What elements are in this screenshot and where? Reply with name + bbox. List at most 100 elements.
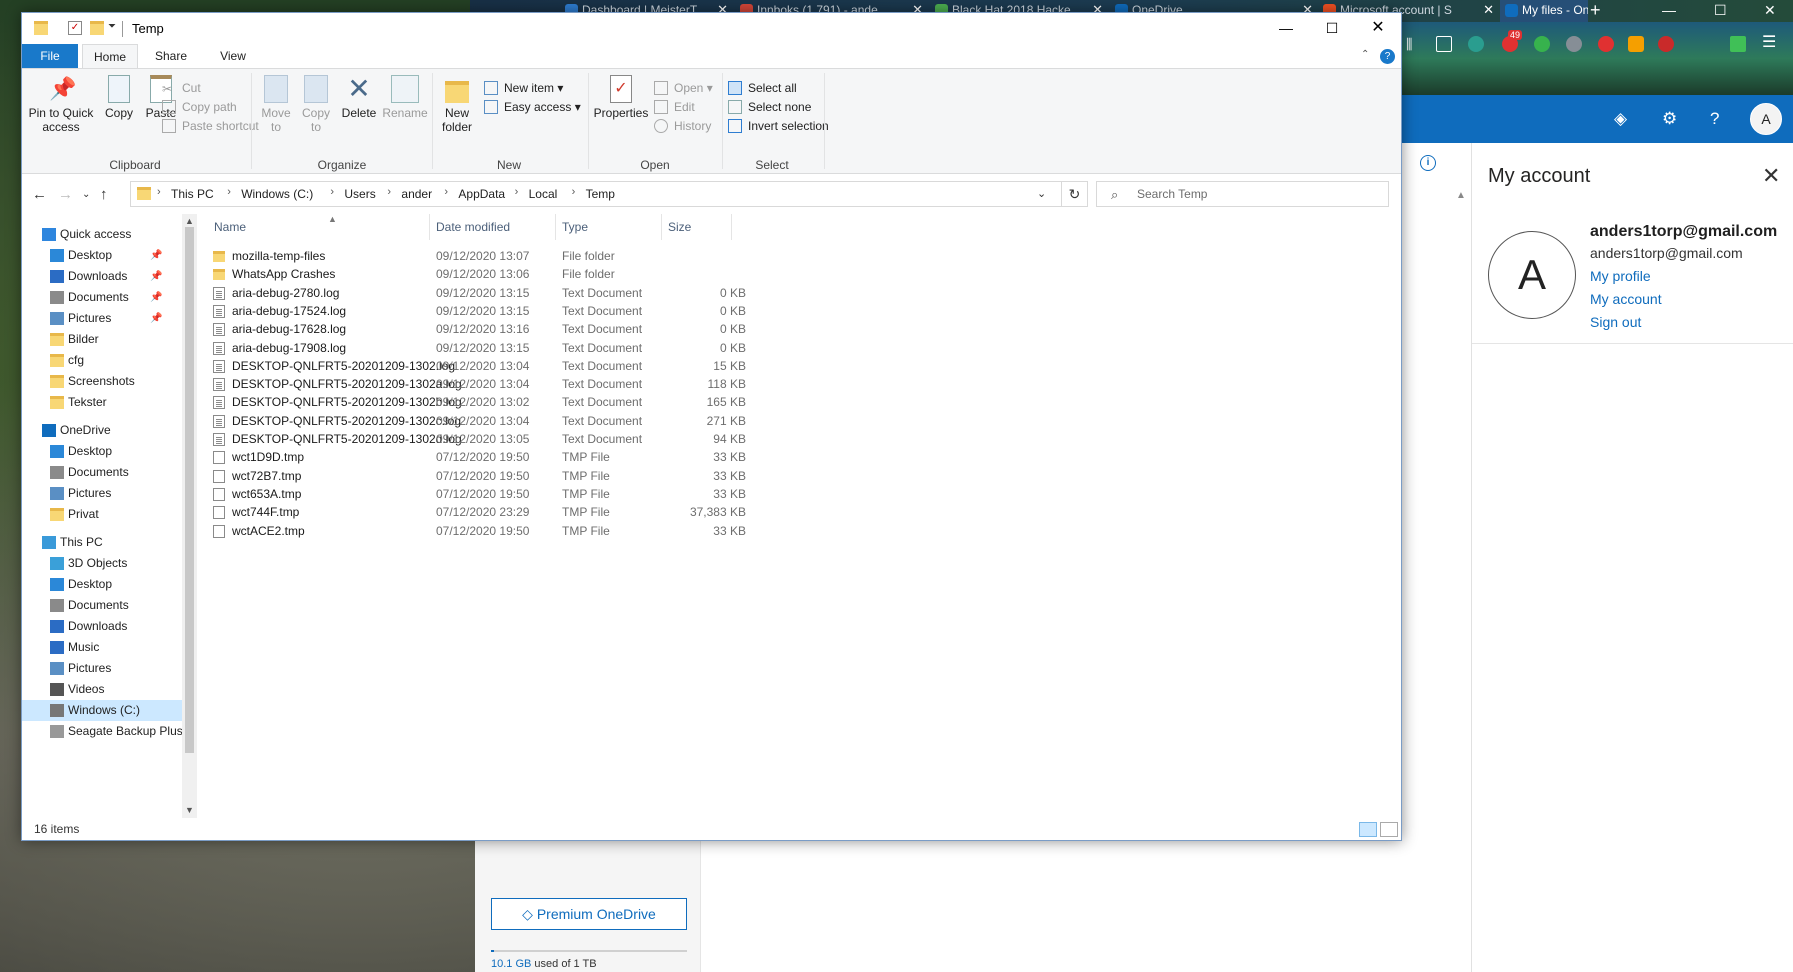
tab-home[interactable]: Home	[82, 44, 138, 68]
new-item-button[interactable]: New item ▾	[484, 80, 563, 96]
breadcrumb-chevron-icon[interactable]: ›	[330, 186, 334, 198]
large-icons-view-icon[interactable]	[1380, 822, 1398, 837]
nav-item[interactable]: Documents	[22, 462, 182, 483]
sidebar-icon[interactable]	[1436, 36, 1452, 52]
file-row[interactable]: DESKTOP-QNLFRT5-20201209-1302d.log 09/12/…	[208, 430, 768, 448]
file-row[interactable]: wct744F.tmp 07/12/2020 23:29 TMP File 37,38…	[208, 503, 768, 521]
nav-item[interactable]: Tekster	[22, 392, 182, 413]
paste-shortcut-button[interactable]: Paste shortcut	[162, 118, 259, 134]
extension-refresh-icon[interactable]	[1534, 36, 1550, 52]
extension-red-icon[interactable]	[1658, 36, 1674, 52]
rename-button[interactable]: Rename	[382, 75, 428, 120]
properties-quick-icon[interactable]: ✓	[68, 21, 82, 35]
move-to-button[interactable]: Move to	[256, 75, 296, 134]
my-profile-link[interactable]: My profile	[1590, 268, 1651, 284]
column-header-name[interactable]: Name ▲	[208, 214, 430, 240]
edit-button[interactable]: Edit	[654, 99, 695, 115]
breadcrumb-chevron-icon[interactable]: ›	[227, 186, 231, 198]
file-row[interactable]: wctACE2.tmp 07/12/2020 19:50 TMP File 33 KB	[208, 522, 768, 540]
settings-gear-icon[interactable]: ⚙	[1662, 109, 1677, 129]
pin-to-quick-access-button[interactable]: 📌 Pin to Quick access	[28, 75, 94, 134]
select-all-button[interactable]: Select all	[728, 80, 797, 96]
file-row[interactable]: aria-debug-2780.log 09/12/2020 13:15 Text …	[208, 284, 768, 302]
library-icon[interactable]: ⫼	[1406, 36, 1422, 52]
nav-item[interactable]: Bilder	[22, 329, 182, 350]
storage-used-link[interactable]: 10.1 GB	[491, 958, 531, 970]
nav-item[interactable]: Documents 📌	[22, 287, 182, 308]
customize-toolbar-icon[interactable]: ⏷	[108, 21, 116, 32]
invert-selection-button[interactable]: Invert selection	[728, 118, 829, 134]
nav-item[interactable]: Privat	[22, 504, 182, 525]
nav-item[interactable]: Seagate Backup Plus	[22, 721, 183, 742]
breadcrumb-chevron-icon[interactable]: ›	[157, 186, 161, 198]
premium-onedrive-button[interactable]: ◇ Premium OneDrive	[491, 898, 687, 930]
scroll-up-arrow-icon[interactable]: ▲	[1456, 190, 1466, 201]
properties-button[interactable]: ✓ Properties	[592, 75, 650, 120]
nav-item[interactable]: Pictures	[22, 658, 182, 679]
file-row[interactable]: DESKTOP-QNLFRT5-20201209-1302b.log 09/12/…	[208, 393, 768, 411]
file-row[interactable]: wct653A.tmp 07/12/2020 19:50 TMP File 33 KB	[208, 485, 768, 503]
refresh-icon[interactable]: ↻	[1062, 181, 1088, 207]
extension-orange-icon[interactable]	[1628, 36, 1644, 52]
tab-view[interactable]: View	[206, 44, 260, 68]
file-row[interactable]: wct1D9D.tmp 07/12/2020 19:50 TMP File 33 KB	[208, 448, 768, 466]
cut-button[interactable]: ✂ Cut	[162, 80, 201, 96]
breadcrumb-item[interactable]: This PC	[171, 187, 214, 201]
maximize-button[interactable]: ☐	[1309, 13, 1355, 44]
nav-item[interactable]: Windows (C:)	[22, 700, 182, 721]
breadcrumb-item[interactable]: Users	[344, 187, 375, 201]
nav-item[interactable]: Videos	[22, 679, 182, 700]
breadcrumb-item[interactable]: Windows (C:)	[241, 187, 313, 201]
premium-diamond-icon[interactable]: ◈	[1614, 109, 1627, 129]
browser-minimize-button[interactable]: —	[1662, 0, 1676, 20]
extension-owl-icon[interactable]	[1566, 36, 1582, 52]
forward-arrow-icon[interactable]: →	[58, 186, 73, 203]
file-row[interactable]: wct72B7.tmp 07/12/2020 19:50 TMP File 33 KB	[208, 467, 768, 485]
browser-close-button[interactable]: ✕	[1764, 0, 1776, 20]
copy-path-button[interactable]: Copy path	[162, 99, 237, 115]
nav-item[interactable]: Pictures 📌	[22, 308, 182, 329]
delete-button[interactable]: ✕ Delete	[338, 75, 380, 121]
search-box[interactable]: ⌕ Search Temp	[1096, 181, 1389, 207]
browser-menu-icon[interactable]: ☰	[1762, 35, 1778, 52]
select-none-button[interactable]: Select none	[728, 99, 811, 115]
info-icon[interactable]: i	[1420, 155, 1436, 171]
close-button[interactable]: ✕	[1355, 13, 1401, 44]
tab-file[interactable]: File	[22, 44, 78, 68]
nav-item[interactable]: Quick access	[22, 224, 182, 245]
tab-share[interactable]: Share	[142, 44, 200, 68]
nav-item[interactable]: Desktop	[22, 574, 182, 595]
nav-scrollbar-thumb[interactable]	[185, 227, 194, 753]
copy-button[interactable]: Copy	[98, 75, 140, 120]
address-bar[interactable]: › This PC › Windows (C:) › Users › ander › AppDat…	[130, 181, 1062, 207]
close-tab-icon[interactable]: ✕	[1483, 0, 1494, 20]
address-dropdown-chevron-icon[interactable]: ⌄	[1037, 187, 1046, 200]
copy-to-button[interactable]: Copy to	[296, 75, 336, 134]
extension-check-icon[interactable]	[1730, 36, 1746, 52]
nav-item[interactable]: Documents	[22, 595, 182, 616]
nav-item[interactable]: This PC	[22, 532, 182, 553]
nav-item[interactable]: Pictures	[22, 483, 182, 504]
browser-maximize-button[interactable]: ☐	[1714, 0, 1727, 20]
breadcrumb-item[interactable]: ander	[401, 187, 432, 201]
file-row[interactable]: aria-debug-17628.log 09/12/2020 13:16 Text…	[208, 320, 768, 338]
collapse-ribbon-icon[interactable]: ⌃	[1361, 49, 1369, 60]
back-arrow-icon[interactable]: ←	[32, 186, 47, 203]
extension-green-icon[interactable]	[1468, 36, 1484, 52]
help-icon[interactable]: ?	[1380, 49, 1395, 64]
nav-item[interactable]: Screenshots	[22, 371, 182, 392]
nav-item[interactable]: Downloads 📌	[22, 266, 182, 287]
extension-heart-icon[interactable]	[1598, 36, 1614, 52]
file-row[interactable]: DESKTOP-QNLFRT5-20201209-1302.log 09/12/2…	[208, 357, 768, 375]
file-row[interactable]: aria-debug-17524.log 09/12/2020 13:15 Text…	[208, 302, 768, 320]
details-view-icon[interactable]	[1359, 822, 1377, 837]
nav-item[interactable]: OneDrive	[22, 420, 182, 441]
column-header-size[interactable]: Size	[662, 214, 732, 240]
nav-item[interactable]: 3D Objects	[22, 553, 182, 574]
easy-access-button[interactable]: Easy access ▾	[484, 99, 581, 115]
column-header-type[interactable]: Type	[556, 214, 662, 240]
minimize-button[interactable]: —	[1263, 13, 1309, 44]
breadcrumb-item[interactable]: Temp	[586, 187, 615, 201]
breadcrumb-chevron-icon[interactable]: ›	[444, 186, 448, 198]
file-row[interactable]: WhatsApp Crashes 09/12/2020 13:06 File fol…	[208, 265, 768, 283]
